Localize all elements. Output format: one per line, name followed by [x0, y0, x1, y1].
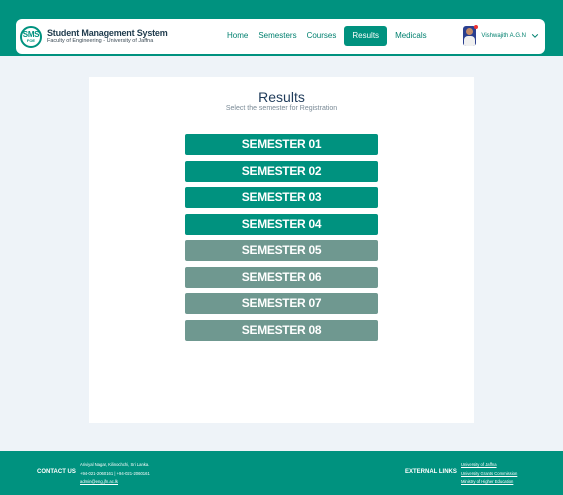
nav-courses[interactable]: Courses — [302, 26, 342, 46]
page-subtitle: Select the semester for Registration — [225, 105, 338, 112]
nav-results[interactable]: Results — [344, 26, 388, 46]
external-links: University of Jaffna University Grants C… — [461, 461, 517, 487]
semester-05-button[interactable]: SEMESTER 05 — [185, 240, 378, 261]
app-title: Student Management System — [47, 28, 168, 38]
nav-medicals[interactable]: Medicals — [390, 26, 432, 46]
link-ministry[interactable]: Ministry of Higher Education — [461, 478, 517, 487]
main-menu: Home Semesters Courses Results Medicals — [222, 26, 432, 46]
semester-06-button[interactable]: SEMESTER 06 — [185, 267, 378, 288]
page-title: Results — [258, 89, 305, 105]
semester-07-button[interactable]: SEMESTER 07 — [185, 293, 378, 314]
brand-text: Student Management System Faculty of Eng… — [47, 28, 168, 45]
user-menu[interactable]: Vishwajith A.G.N — [463, 25, 539, 46]
user-name: Vishwajith A.G.N — [481, 33, 526, 39]
semester-02-button[interactable]: SEMESTER 02 — [185, 161, 378, 182]
online-dot-icon — [474, 25, 479, 29]
external-links-label: EXTERNAL LINKS — [405, 469, 457, 475]
chevron-down-icon[interactable] — [531, 32, 539, 40]
footer: CONTACT US Ariviyal Nagar, Kilinochchi, … — [0, 451, 563, 495]
sms-logo: SMS FOE — [20, 25, 42, 48]
nav-semesters[interactable]: Semesters — [253, 26, 301, 46]
semester-01-button[interactable]: SEMESTER 01 — [185, 134, 378, 155]
logo-sub: FOE — [26, 37, 36, 43]
avatar — [463, 26, 477, 46]
semester-08-button[interactable]: SEMESTER 08 — [185, 320, 378, 341]
link-university-of-jaffna[interactable]: University of Jaffna — [461, 461, 517, 470]
contact-address: Ariviyal Nagar, Kilinochchi, Sri Lanka. — [80, 462, 150, 467]
results-card: Results Select the semester for Registra… — [89, 77, 474, 423]
semester-03-button[interactable]: SEMESTER 03 — [185, 187, 378, 208]
avatar-wrap — [463, 25, 479, 46]
contact-email-link[interactable]: admin@eng.jfn.ac.lk — [80, 478, 150, 487]
brand[interactable]: SMS FOE Student Management System Facult… — [20, 25, 168, 48]
contact-label: CONTACT US — [37, 469, 76, 475]
link-ugc[interactable]: University Grants Commission — [461, 470, 517, 479]
app-subtitle: Faculty of Engineering - University of J… — [47, 38, 154, 44]
contact-details: Ariviyal Nagar, Kilinochchi, Sri Lanka. … — [80, 461, 150, 487]
semester-04-button[interactable]: SEMESTER 04 — [185, 214, 378, 235]
navbar: SMS FOE Student Management System Facult… — [16, 19, 545, 54]
contact-phone: +94-021-2060161 | +94-021-2060161 — [80, 470, 150, 476]
nav-home[interactable]: Home — [222, 26, 253, 46]
